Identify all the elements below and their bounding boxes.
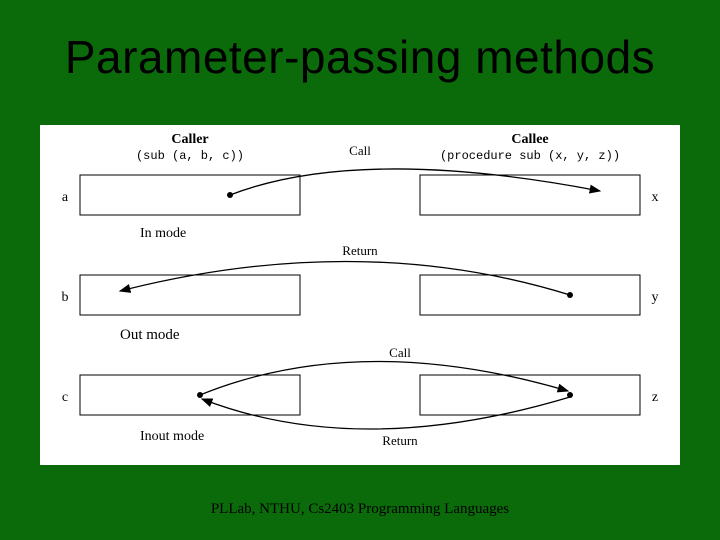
call-label-row3: Call <box>389 345 411 360</box>
param-label-z: z <box>652 390 658 405</box>
arrow-a-to-x <box>230 169 600 195</box>
caller-box-a <box>80 175 300 215</box>
param-label-b: b <box>62 290 69 305</box>
mode-label-inout: Inout mode <box>140 429 204 444</box>
param-label-c: c <box>62 390 68 405</box>
top-call-label: Call <box>349 143 371 158</box>
param-label-a: a <box>62 190 69 205</box>
caller-heading: Caller <box>171 132 208 147</box>
slide-footer: PLLab, NTHU, Cs2403 Programming Language… <box>0 501 720 518</box>
slide-title: Parameter-passing methods <box>0 30 720 84</box>
caller-signature: (sub (a, b, c)) <box>136 149 244 163</box>
return-label-row2: Return <box>342 243 378 258</box>
mode-label-in: In mode <box>140 226 186 241</box>
slide: Parameter-passing methods Caller Callee … <box>0 0 720 540</box>
callee-signature: (procedure sub (x, y, z)) <box>440 149 620 163</box>
callee-box-y <box>420 275 640 315</box>
callee-box-x <box>420 175 640 215</box>
callee-heading: Callee <box>511 132 548 147</box>
diagram-svg: Caller Callee (sub (a, b, c)) (procedure… <box>40 125 680 465</box>
caller-box-b <box>80 275 300 315</box>
arrow-c-to-z-call <box>200 361 568 395</box>
parameter-passing-diagram: Caller Callee (sub (a, b, c)) (procedure… <box>40 125 680 465</box>
return-label-row3: Return <box>382 433 418 448</box>
caller-box-c <box>80 375 300 415</box>
param-label-x: x <box>652 190 659 205</box>
mode-label-out: Out mode <box>120 327 180 343</box>
arrow-y-to-b <box>120 261 570 295</box>
arrow-z-to-c-return <box>202 397 570 429</box>
param-label-y: y <box>652 290 659 305</box>
